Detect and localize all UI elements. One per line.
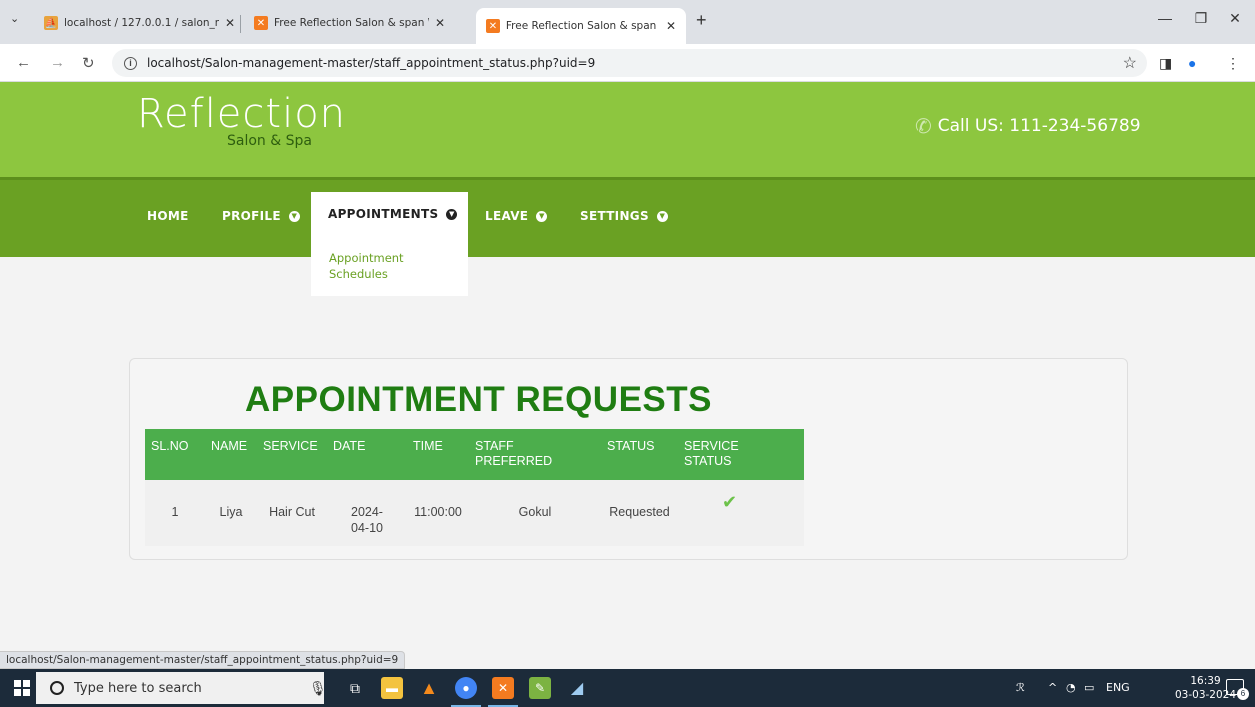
site-logo[interactable]: Reflection Salon & Spa [137,94,346,148]
nav-profile[interactable]: PROFILE ▼ [222,209,300,223]
col-header: STATUS [607,439,655,453]
address-url[interactable]: localhost/Salon-management-master/staff_… [147,56,595,70]
cell-status: Requested [601,480,678,546]
browser-tab-bar: ⌄ ⛵ localhost / 127.0.0.1 / salon_ma ✕ ✕… [0,0,1255,44]
network-icon[interactable]: ◔ [1066,681,1076,694]
appointment-table: SL.NO NAME SERVICE DATE TIME STAFF PREFE… [145,429,804,546]
taskbar-search[interactable]: Type here to search [36,672,324,704]
browser-status-url: localhost/Salon-management-master/staff_… [0,651,406,669]
restore-icon[interactable]: ❐ [1186,10,1216,27]
language-indicator[interactable]: ENG [1106,681,1130,694]
cell-date: 2024-04-10 [327,480,407,546]
call-us-text: Call US: 111-234-56789 [937,116,1141,136]
xampp-favicon-icon: ✕ [254,16,268,30]
notification-count: 6 [1237,688,1249,700]
nav-appointments[interactable]: APPOINTMENTS ▼ [328,207,458,221]
notepad-plus-icon[interactable]: ✎ [529,677,551,699]
tab-title: Free Reflection Salon & span W [505,20,660,32]
cell-time: 11:00:00 [407,480,469,546]
windows-taskbar: Type here to search 🎙 ⧉ ▬ ▲ ● ✕ ✎ ◢ ℛ ^ … [0,669,1255,707]
nav-label: APPOINTMENTS [328,207,439,221]
chevron-down-icon: ▼ [536,210,548,222]
chrome-icon[interactable]: ● [455,677,477,699]
date-text: 2024-04-10 [351,505,383,535]
col-header: DATE [333,439,366,453]
new-tab-icon[interactable]: + [696,10,707,31]
cell-service-status: ✔ [678,480,804,546]
people-icon[interactable]: ℛ [1016,681,1025,694]
xampp-icon[interactable]: ✕ [492,677,514,699]
table-header-row: SL.NO NAME SERVICE DATE TIME STAFF PREFE… [145,429,804,480]
forward-icon[interactable]: → [50,54,65,71]
vlc-icon[interactable]: ▲ [418,677,440,699]
file-explorer-icon[interactable]: ▬ [381,677,403,699]
cell-sl: 1 [145,480,205,546]
tab-title: localhost / 127.0.0.1 / salon_ma [64,17,219,29]
notification-icon[interactable]: 6 [1226,679,1249,700]
close-tab-icon[interactable]: ✕ [666,19,676,33]
tab-search-icon[interactable]: ⌄ [10,12,19,25]
phpmyadmin-favicon-icon: ⛵ [44,16,58,30]
nav-home[interactable]: HOME [147,209,189,223]
cell-staff: Gokul [469,480,601,546]
col-header-text: SERVICE STATUS [684,439,739,468]
nav-label: PROFILE [222,209,281,223]
close-window-icon[interactable]: ✕ [1220,10,1250,27]
tab-reflection-2-active[interactable]: ✕ Free Reflection Salon & span W ✕ [476,8,686,44]
menu-kebab-icon[interactable]: ⋮ [1226,55,1240,72]
page-title: APPOINTMENT REQUESTS [245,380,712,419]
chevron-down-icon: ▼ [446,208,458,220]
call-us: ✆ Call US: 111-234-56789 [915,114,1141,138]
chevron-down-icon: ▼ [656,210,668,222]
bookmark-star-icon[interactable]: ☆ [1123,53,1137,73]
col-header: NAME [211,439,248,453]
app-icon[interactable]: ◢ [566,677,588,699]
nav-label: HOME [147,209,189,223]
check-icon[interactable]: ✔ [722,492,737,512]
search-placeholder: Type here to search [74,680,202,696]
nav-label: LEAVE [485,209,529,223]
chevron-up-icon[interactable]: ^ [1048,681,1057,694]
col-header: SERVICE STATUS [678,429,804,480]
task-view-icon[interactable]: ⧉ [344,677,366,699]
microphone-icon[interactable]: 🎙 [309,680,327,697]
tab-phpmyadmin[interactable]: ⛵ localhost / 127.0.0.1 / salon_ma ✕ [34,8,245,38]
close-tab-icon[interactable]: ✕ [435,16,445,30]
address-bar[interactable]: i localhost/Salon-management-master/staf… [112,49,1147,77]
nav-settings[interactable]: SETTINGS ▼ [580,209,668,223]
reload-icon[interactable]: ↻ [82,54,95,72]
back-icon[interactable]: ← [16,54,31,71]
minimize-icon[interactable]: — [1150,10,1180,26]
side-panel-icon[interactable]: ◨ [1159,55,1172,72]
col-header: SERVICE [263,439,318,453]
phone-icon: ✆ [915,114,932,138]
nav-appointments-open[interactable]: APPOINTMENTS ▼ Appointment Schedules [311,192,468,296]
site-info-icon[interactable]: i [124,56,137,70]
col-header: SL.NO [151,439,189,453]
xampp-favicon-icon: ✕ [486,19,500,33]
col-header: TIME [413,439,443,453]
nav-label: SETTINGS [580,209,649,223]
battery-icon[interactable]: ▭ [1084,681,1094,694]
chevron-down-icon: ▼ [288,210,300,222]
table-row: 1 Liya Hair Cut 2024-04-10 11:00:00 Goku… [145,480,804,546]
tab-separator [240,15,241,33]
main-nav: HOME PROFILE ▼ LEAVE ▼ SETTINGS ▼ [0,177,1255,257]
browser-toolbar: ← → ↻ i localhost/Salon-management-maste… [0,44,1255,82]
dropdown-appointment-schedules[interactable]: Appointment Schedules [329,250,429,282]
nav-leave[interactable]: LEAVE ▼ [485,209,548,223]
profile-icon[interactable]: ● [1188,55,1196,71]
cell-name: Liya [205,480,257,546]
close-tab-icon[interactable]: ✕ [225,16,235,30]
site-header: Reflection Salon & Spa ✆ Call US: 111-23… [0,82,1255,177]
windows-start-icon[interactable] [14,680,30,696]
cell-service: Hair Cut [257,480,327,546]
search-icon [50,681,64,695]
logo-main-text: Reflection [137,91,347,137]
tab-title: Free Reflection Salon & span W [274,17,429,29]
col-header-text: STAFF PREFERRED [475,439,553,468]
tab-reflection-1[interactable]: ✕ Free Reflection Salon & span W ✕ [244,8,455,38]
col-header: STAFF PREFERRED [469,429,601,480]
